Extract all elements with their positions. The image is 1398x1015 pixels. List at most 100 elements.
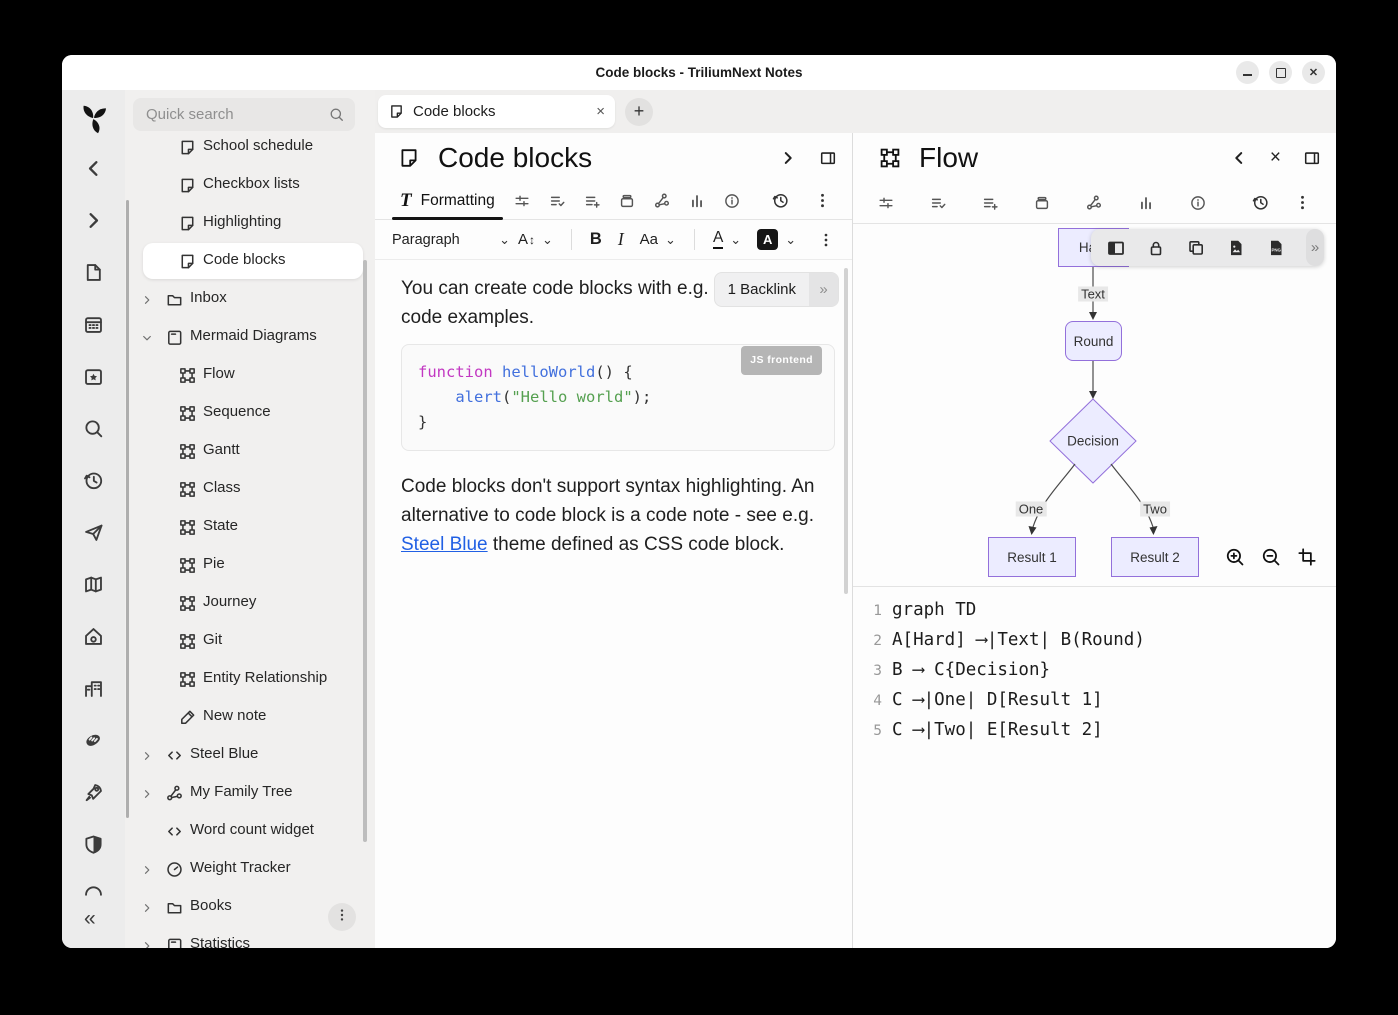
list-plus-button[interactable] xyxy=(981,194,999,212)
expander-right-icon[interactable] xyxy=(141,293,153,305)
list-plus-button[interactable] xyxy=(583,192,601,210)
tree-scrollbar[interactable] xyxy=(363,260,367,842)
bread-icon[interactable] xyxy=(82,729,105,752)
text-case-dropdown[interactable]: Aa ⌄ xyxy=(632,231,684,248)
send-icon[interactable] xyxy=(82,521,105,544)
rocket-icon[interactable] xyxy=(82,781,105,804)
expander-right-icon[interactable] xyxy=(141,787,153,799)
paragraph[interactable]: Code blocks don't support syntax highlig… xyxy=(401,472,848,559)
source-line[interactable]: 1graph TD xyxy=(867,596,1336,626)
tree-item-entity-relationship[interactable]: Entity Relationship xyxy=(125,660,375,698)
flow-node-round[interactable]: Round xyxy=(1065,321,1122,361)
expander-right-icon[interactable] xyxy=(141,863,153,875)
dots-v-button[interactable] xyxy=(813,191,832,210)
flow-node-result1[interactable]: Result 1 xyxy=(988,537,1076,577)
mindmap-button[interactable] xyxy=(1085,194,1103,212)
source-line[interactable]: 2A[Hard] ⟶|Text| B(Round) xyxy=(867,626,1336,656)
tree-item-state[interactable]: State xyxy=(125,508,375,546)
zoom-in-button[interactable] xyxy=(1224,546,1246,568)
expander-right-icon[interactable] xyxy=(141,939,153,948)
panel-left-button[interactable] xyxy=(1106,238,1126,258)
collapse-sidebar-button[interactable]: « xyxy=(84,908,96,929)
split-view-icon[interactable] xyxy=(819,149,837,167)
close-pane-icon[interactable]: × xyxy=(1270,148,1281,167)
chevron-right-icon[interactable] xyxy=(779,149,797,167)
map-icon[interactable] xyxy=(82,573,105,596)
chevron-right-icon[interactable] xyxy=(82,209,105,232)
chevron-left-icon[interactable] xyxy=(1230,149,1248,167)
paragraph[interactable]: You can create code blocks with e.g. cod… xyxy=(401,274,753,332)
tree-item-code-blocks[interactable]: Code blocks xyxy=(125,242,375,280)
img-file-button[interactable] xyxy=(1226,238,1246,258)
tree-item-word-count-widget[interactable]: Word count widget xyxy=(125,812,375,850)
mermaid-source-editor[interactable]: 1graph TD2A[Hard] ⟶|Text| B(Round)3B ⟶ C… xyxy=(853,587,1336,948)
search-icon[interactable] xyxy=(82,417,105,440)
shield-icon[interactable] xyxy=(82,833,105,856)
toolbar-more-button[interactable] xyxy=(817,231,835,249)
source-line[interactable]: 4C ⟶|One| D[Result 1] xyxy=(867,686,1336,716)
mindmap-button[interactable] xyxy=(653,192,671,210)
png-file-button[interactable]: PNG xyxy=(1266,238,1286,258)
font-color-dropdown[interactable]: A ⌄ xyxy=(705,230,749,249)
expander-right-icon[interactable] xyxy=(141,749,153,761)
info-button[interactable] xyxy=(723,192,741,210)
tree-item-git[interactable]: Git xyxy=(125,622,375,660)
copy-button[interactable] xyxy=(1186,238,1206,258)
tree-options-button[interactable] xyxy=(328,903,356,931)
mermaid-title[interactable]: Flow xyxy=(919,142,978,174)
tree-item-gantt[interactable]: Gantt xyxy=(125,432,375,470)
tree-item-checkbox-lists[interactable]: Checkbox lists xyxy=(125,166,375,204)
maximize-button[interactable] xyxy=(1269,61,1292,84)
buildings-icon[interactable] xyxy=(82,677,105,700)
history-icon[interactable] xyxy=(82,469,105,492)
home-icon[interactable] xyxy=(82,625,105,648)
expander-down-icon[interactable] xyxy=(141,331,153,343)
code-block[interactable]: JS frontend function helloWorld() { aler… xyxy=(401,344,835,451)
backlink-expand-icon[interactable]: » xyxy=(809,273,838,306)
file-icon[interactable] xyxy=(82,261,105,284)
launcher-scrollbar[interactable] xyxy=(126,200,129,818)
tab-code-blocks[interactable]: Code blocks × xyxy=(378,95,615,128)
italic-button[interactable]: I xyxy=(610,229,632,250)
tree-item-pie[interactable]: Pie xyxy=(125,546,375,584)
info-button[interactable] xyxy=(1189,194,1207,212)
archive-button[interactable] xyxy=(618,192,636,210)
tree-item-steel-blue[interactable]: Steel Blue xyxy=(125,736,375,774)
archive-button[interactable] xyxy=(1033,194,1051,212)
editor-scrollbar[interactable] xyxy=(844,268,848,594)
tree-item-school-schedule[interactable]: School schedule xyxy=(125,128,375,166)
quick-search-input[interactable]: Quick search xyxy=(133,98,355,131)
tree-item-mermaid-diagrams[interactable]: Mermaid Diagrams xyxy=(125,318,375,356)
history-button[interactable] xyxy=(1251,193,1270,212)
tab-close-icon[interactable]: × xyxy=(596,103,605,120)
note-title[interactable]: Code blocks xyxy=(438,142,592,174)
expander-right-icon[interactable] xyxy=(141,901,153,913)
tree-item-highlighting[interactable]: Highlighting xyxy=(125,204,375,242)
zoom-out-button[interactable] xyxy=(1260,546,1282,568)
tree-item-my-family-tree[interactable]: My Family Tree xyxy=(125,774,375,812)
split-view-icon[interactable] xyxy=(1303,149,1321,167)
tree-item-sequence[interactable]: Sequence xyxy=(125,394,375,432)
chart-button[interactable] xyxy=(688,192,706,210)
new-tab-button[interactable]: + xyxy=(625,98,653,126)
toolbar-more-button[interactable]: » xyxy=(1306,229,1324,266)
tree-item-new-note[interactable]: New note xyxy=(125,698,375,736)
trilium-logo-icon[interactable] xyxy=(75,100,112,137)
chart-button[interactable] xyxy=(1137,194,1155,212)
tune-button[interactable] xyxy=(877,194,895,212)
minimize-button[interactable] xyxy=(1236,61,1259,84)
list-check-button[interactable] xyxy=(929,194,947,212)
bold-button[interactable]: B xyxy=(582,230,610,249)
close-button[interactable]: ✕ xyxy=(1302,61,1325,84)
tree-item-inbox[interactable]: Inbox xyxy=(125,280,375,318)
note-editor[interactable]: You can create code blocks with e.g. cod… xyxy=(375,260,852,948)
tree-item-weight-tracker[interactable]: Weight Tracker xyxy=(125,850,375,888)
chevron-left-icon[interactable] xyxy=(82,157,105,180)
bg-color-dropdown[interactable]: A ⌄ xyxy=(749,229,804,250)
flow-node-result2[interactable]: Result 2 xyxy=(1111,537,1199,577)
lock-button[interactable] xyxy=(1146,238,1166,258)
tree-item-class[interactable]: Class xyxy=(125,470,375,508)
steel-blue-link[interactable]: Steel Blue xyxy=(401,534,488,555)
tune-button[interactable] xyxy=(513,192,531,210)
tree-item-flow[interactable]: Flow xyxy=(125,356,375,394)
